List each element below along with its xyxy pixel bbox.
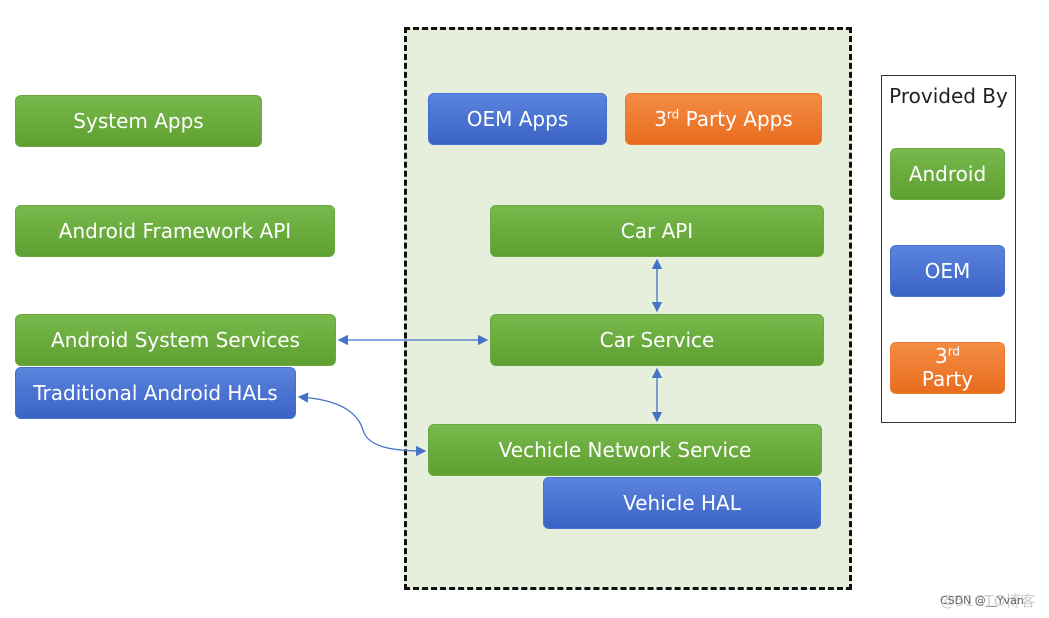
arrow-hals-vns: [297, 392, 427, 457]
watermark-csdn: CSDN @__Yvan: [940, 594, 1024, 607]
connectors: [297, 258, 663, 457]
